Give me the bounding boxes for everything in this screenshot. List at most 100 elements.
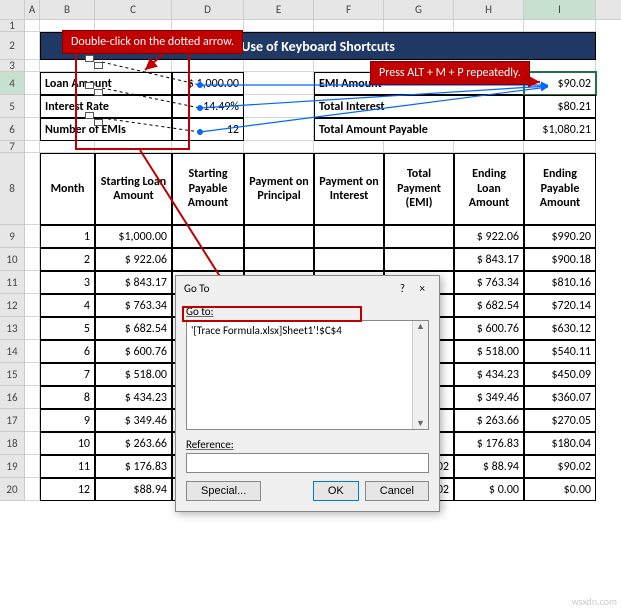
row-3[interactable]: 3 xyxy=(0,60,25,72)
row-14[interactable]: 14 xyxy=(0,340,25,363)
cell-month[interactable]: 8 xyxy=(40,386,95,409)
cell-sla[interactable]: $ 263.66 xyxy=(95,432,172,455)
row-1[interactable]: 1 xyxy=(0,20,25,32)
cell-ela[interactable]: $ 0.00 xyxy=(454,478,524,501)
cell-tp[interactable] xyxy=(384,248,454,271)
cell-epa[interactable]: $630.12 xyxy=(524,317,596,340)
cell-sla[interactable]: $ 176.83 xyxy=(95,455,172,478)
cell-pp[interactable] xyxy=(244,225,314,248)
cell-month[interactable]: 12 xyxy=(40,478,95,501)
cell-ela[interactable]: $ 176.83 xyxy=(454,432,524,455)
cell-ela[interactable]: $ 263.66 xyxy=(454,409,524,432)
cell-sla[interactable]: $ 518.00 xyxy=(95,363,172,386)
col-i[interactable]: I xyxy=(524,0,596,19)
cell-month[interactable]: 5 xyxy=(40,317,95,340)
goto-list-item[interactable]: '[Trace Formula.xlsx]Sheet1'!$C$4 xyxy=(189,323,426,338)
cell-pi[interactable] xyxy=(314,225,384,248)
goto-list[interactable]: '[Trace Formula.xlsx]Sheet1'!$C$4 xyxy=(186,320,429,430)
cell-month[interactable]: 6 xyxy=(40,340,95,363)
special-button[interactable]: Special... xyxy=(186,481,261,501)
trace-precedents-icon[interactable] xyxy=(85,82,103,96)
col-g[interactable]: G xyxy=(384,0,454,19)
trace-precedents-icon[interactable] xyxy=(85,112,103,126)
row-headers[interactable]: 1 2 3 4 5 6 7 8 9 10 11 12 13 14 15 16 1… xyxy=(0,20,25,501)
cell-tp[interactable] xyxy=(384,225,454,248)
row-5[interactable]: 5 xyxy=(0,95,25,118)
cell-sla[interactable]: $ 843.17 xyxy=(95,271,172,294)
cell-month[interactable]: 11 xyxy=(40,455,95,478)
table-row[interactable]: 1$1,000.00 $ 922.06$990.20 xyxy=(25,225,596,248)
col-d[interactable]: D xyxy=(172,0,244,19)
cell-ela[interactable]: $ 518.00 xyxy=(454,340,524,363)
cell-month[interactable]: 10 xyxy=(40,432,95,455)
cell-sla[interactable]: $88.94 xyxy=(95,478,172,501)
cell-month[interactable]: 1 xyxy=(40,225,95,248)
row-8[interactable]: 8 xyxy=(0,153,25,225)
row-17[interactable]: 17 xyxy=(0,409,25,432)
cell-ela[interactable]: $ 349.46 xyxy=(454,386,524,409)
dialog-close-button[interactable]: × xyxy=(414,282,431,295)
col-f[interactable]: F xyxy=(314,0,384,19)
cell-ela[interactable]: $ 922.06 xyxy=(454,225,524,248)
row-6[interactable]: 6 xyxy=(0,118,25,141)
row-12[interactable]: 12 xyxy=(0,294,25,317)
cell-epa[interactable]: $810.16 xyxy=(524,271,596,294)
cell-epa[interactable]: $900.18 xyxy=(524,248,596,271)
col-h[interactable]: H xyxy=(454,0,524,19)
cell-month[interactable]: 9 xyxy=(40,409,95,432)
cell-epa[interactable]: $90.02 xyxy=(524,455,596,478)
cell-epa[interactable]: $270.05 xyxy=(524,409,596,432)
cell-ela[interactable]: $ 434.23 xyxy=(454,363,524,386)
row-16[interactable]: 16 xyxy=(0,386,25,409)
row-9[interactable]: 9 xyxy=(0,225,25,248)
row-10[interactable]: 10 xyxy=(0,248,25,271)
table-row[interactable]: 2$ 922.06$ 843.17$900.18 xyxy=(25,248,596,271)
cell-month[interactable]: 2 xyxy=(40,248,95,271)
value-total-interest[interactable]: $80.21 xyxy=(524,95,596,118)
col-a[interactable]: A xyxy=(25,0,40,19)
column-headers[interactable]: A B C D E F G H I xyxy=(0,0,621,20)
scrollbar[interactable] xyxy=(412,321,428,429)
cell-sla[interactable]: $ 922.06 xyxy=(95,248,172,271)
row-2[interactable]: 2 xyxy=(0,32,25,60)
row-18[interactable]: 18 xyxy=(0,432,25,455)
reference-input[interactable] xyxy=(186,453,429,473)
cell-pp[interactable] xyxy=(244,248,314,271)
col-c[interactable]: C xyxy=(95,0,172,19)
row-13[interactable]: 13 xyxy=(0,317,25,340)
value-number-emis[interactable]: 12 xyxy=(172,118,244,141)
row-7[interactable]: 7 xyxy=(0,141,25,153)
row-11[interactable]: 11 xyxy=(0,271,25,294)
cell-sla[interactable]: $ 434.23 xyxy=(95,386,172,409)
cell-sla[interactable]: $ 600.76 xyxy=(95,340,172,363)
cell-ela[interactable]: $ 763.34 xyxy=(454,271,524,294)
cell-sla[interactable]: $ 763.34 xyxy=(95,294,172,317)
value-interest-rate[interactable]: 14.49% xyxy=(172,95,244,118)
trace-precedents-icon[interactable] xyxy=(85,55,103,69)
cell-epa[interactable]: $360.07 xyxy=(524,386,596,409)
cell-epa[interactable]: $990.20 xyxy=(524,225,596,248)
cell-epa[interactable]: $0.00 xyxy=(524,478,596,501)
value-emi-amount[interactable]: $90.02 xyxy=(524,72,596,95)
cancel-button[interactable]: Cancel xyxy=(365,481,429,501)
ok-button[interactable]: OK xyxy=(313,481,359,501)
cell-epa[interactable]: $720.14 xyxy=(524,294,596,317)
row-19[interactable]: 19 xyxy=(0,455,25,478)
cell-epa[interactable]: $450.09 xyxy=(524,363,596,386)
cell-ela[interactable]: $ 88.94 xyxy=(454,455,524,478)
cell-pi[interactable] xyxy=(314,248,384,271)
cell-sla[interactable]: $ 349.46 xyxy=(95,409,172,432)
cell-month[interactable]: 7 xyxy=(40,363,95,386)
cell-sla[interactable]: $1,000.00 xyxy=(95,225,172,248)
cell-epa[interactable]: $180.04 xyxy=(524,432,596,455)
cell-sla[interactable]: $ 682.54 xyxy=(95,317,172,340)
row-4[interactable]: 4 xyxy=(0,72,25,95)
col-e[interactable]: E xyxy=(244,0,314,19)
row-20[interactable]: 20 xyxy=(0,478,25,501)
cell-epa[interactable]: $540.11 xyxy=(524,340,596,363)
row-15[interactable]: 15 xyxy=(0,363,25,386)
value-total-payable[interactable]: $1,080.21 xyxy=(524,118,596,141)
cell-ela[interactable]: $ 682.54 xyxy=(454,294,524,317)
dialog-help-button[interactable]: ? xyxy=(394,282,411,295)
value-loan-amount[interactable]: $ 1,000.00 xyxy=(172,72,244,95)
